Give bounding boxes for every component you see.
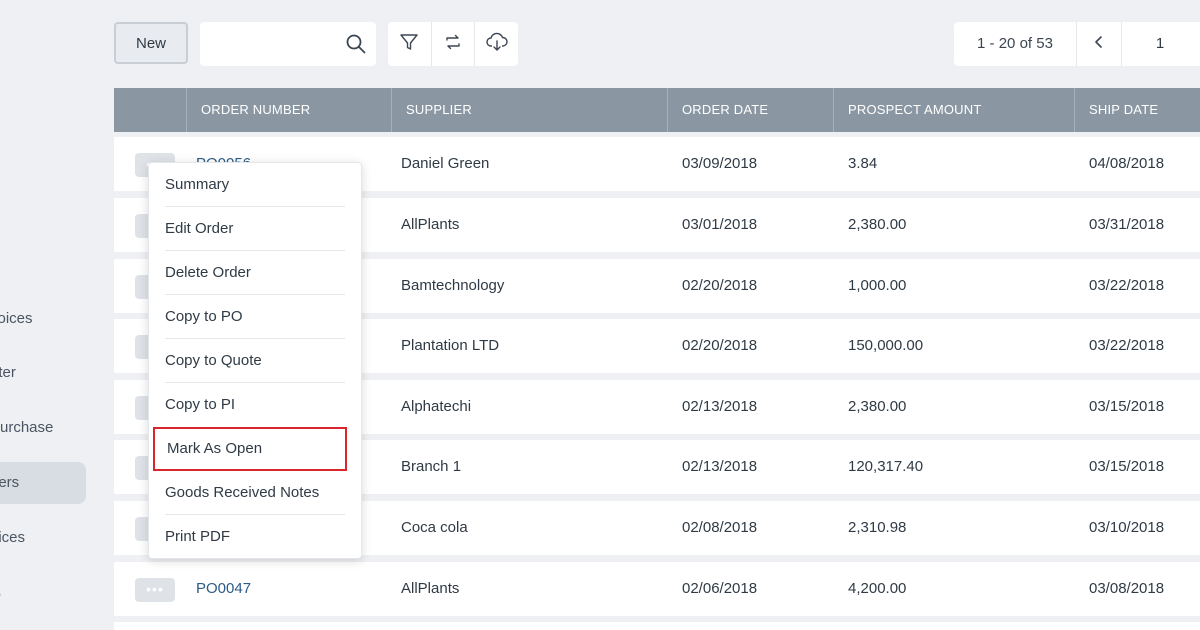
column-header-order-number[interactable]: ORDER NUMBER: [186, 88, 391, 132]
order-date-cell: 02/13/2018: [682, 458, 758, 475]
order-number-link[interactable]: PO0047: [196, 562, 251, 616]
order-date-cell: 03/01/2018: [682, 216, 758, 233]
supplier-cell: Coca cola: [401, 519, 468, 536]
column-header-ship-date[interactable]: SHIP DATE: [1074, 88, 1200, 132]
download-button[interactable]: [475, 22, 518, 66]
sidebar-item-1[interactable]: s: [0, 243, 86, 285]
ship-date-cell: 03/08/2018: [1089, 580, 1165, 597]
ship-date-cell: 03/22/2018: [1089, 337, 1165, 354]
table-row[interactable]: ••• PO0047 AllPlants 02/06/2018 4,200.00…: [114, 562, 1200, 616]
toolbar-actions: [388, 22, 518, 66]
supplier-cell: Alphatechi: [401, 398, 472, 415]
ship-date-cell: 03/10/2018: [1089, 519, 1165, 536]
supplier-cell: AllPlants: [401, 216, 460, 233]
sidebar-item-invoices[interactable]: voices: [0, 298, 86, 340]
order-date-cell: 02/20/2018: [682, 337, 758, 354]
amount-cell: 120,317.40: [848, 458, 924, 475]
sidebar-item-label: voices: [0, 310, 33, 327]
ship-date-cell: 03/15/2018: [1089, 398, 1165, 415]
order-date-cell: 02/06/2018: [682, 580, 758, 597]
menu-item-edit-order[interactable]: Edit Order: [165, 207, 345, 251]
menu-item-goods-received-notes[interactable]: Goods Received Notes: [165, 471, 345, 515]
order-date-cell: 02/08/2018: [682, 519, 758, 536]
table-header: ORDER NUMBER SUPPLIER ORDER DATE PROSPEC…: [114, 88, 1200, 132]
cloud-download-icon: [485, 32, 508, 57]
amount-cell: 2,380.00: [848, 398, 907, 415]
supplier-cell: Plantation LTD: [401, 337, 500, 354]
menu-item-mark-as-open[interactable]: Mark As Open: [153, 427, 347, 471]
amount-cell: 150,000.00: [848, 337, 924, 354]
ship-date-cell: 03/15/2018: [1089, 458, 1165, 475]
sidebar-item-orders[interactable]: ders: [0, 462, 86, 504]
sidebar-item-label: oices: [0, 529, 26, 546]
chevron-left-icon: [1093, 35, 1105, 54]
menu-item-copy-to-pi[interactable]: Copy to PI: [165, 383, 345, 427]
amount-cell: 2,380.00: [848, 216, 907, 233]
row-context-menu: Summary Edit Order Delete Order Copy to …: [148, 162, 362, 559]
menu-item-summary[interactable]: Summary: [165, 163, 345, 207]
amount-cell: 3.84: [848, 155, 878, 172]
pagination-range: 1 - 20 of 53: [954, 22, 1077, 66]
sync-icon: [443, 32, 463, 57]
sidebar-item-label: nter: [0, 364, 16, 381]
column-header-order-date[interactable]: ORDER DATE: [667, 88, 833, 132]
ship-date-cell: 03/31/2018: [1089, 216, 1165, 233]
ship-date-cell: 03/22/2018: [1089, 277, 1165, 294]
sidebar-item-label: ders: [0, 474, 20, 491]
supplier-cell: Daniel Green: [401, 155, 490, 172]
column-header-supplier[interactable]: SUPPLIER: [391, 88, 667, 132]
ship-date-cell: 04/08/2018: [1089, 155, 1165, 172]
pagination: 1 - 20 of 53 1: [954, 22, 1200, 66]
sidebar-item-label: Purchase: [0, 419, 54, 436]
sidebar-item-invoices-2[interactable]: oices: [0, 517, 86, 559]
prev-page-button[interactable]: [1077, 22, 1122, 66]
supplier-cell: Bamtechnology: [401, 277, 505, 294]
sidebar-item-center[interactable]: nter: [0, 352, 86, 394]
sidebar-item-purchase[interactable]: Purchase: [0, 407, 86, 449]
current-page-input[interactable]: 1: [1122, 22, 1198, 66]
supplier-cell: AllPlants: [401, 580, 460, 597]
search-icon[interactable]: [346, 34, 366, 54]
table-row: [114, 622, 1200, 630]
order-date-cell: 03/09/2018: [682, 155, 758, 172]
filter-icon: [399, 32, 419, 57]
amount-cell: 1,000.00: [848, 277, 907, 294]
sidebar: s voices nter Purchase ders oices ls: [0, 0, 96, 630]
supplier-cell: Branch 1: [401, 458, 462, 475]
sidebar-item-7[interactable]: ls: [0, 572, 86, 614]
search-input[interactable]: [210, 22, 344, 68]
sync-button[interactable]: [432, 22, 476, 66]
column-header-prospect-amount[interactable]: PROSPECT AMOUNT: [833, 88, 1074, 132]
menu-item-copy-to-quote[interactable]: Copy to Quote: [165, 339, 345, 383]
menu-item-copy-to-po[interactable]: Copy to PO: [165, 295, 345, 339]
row-actions-button[interactable]: •••: [135, 578, 175, 602]
new-button[interactable]: New: [114, 22, 188, 64]
order-date-cell: 02/20/2018: [682, 277, 758, 294]
amount-cell: 4,200.00: [848, 580, 907, 597]
search-box: [200, 22, 376, 68]
order-date-cell: 02/13/2018: [682, 398, 758, 415]
amount-cell: 2,310.98: [848, 519, 907, 536]
menu-item-delete-order[interactable]: Delete Order: [165, 251, 345, 295]
menu-item-print-pdf[interactable]: Print PDF: [165, 515, 345, 559]
sidebar-item-label: ls: [0, 584, 1, 601]
filter-button[interactable]: [388, 22, 432, 66]
